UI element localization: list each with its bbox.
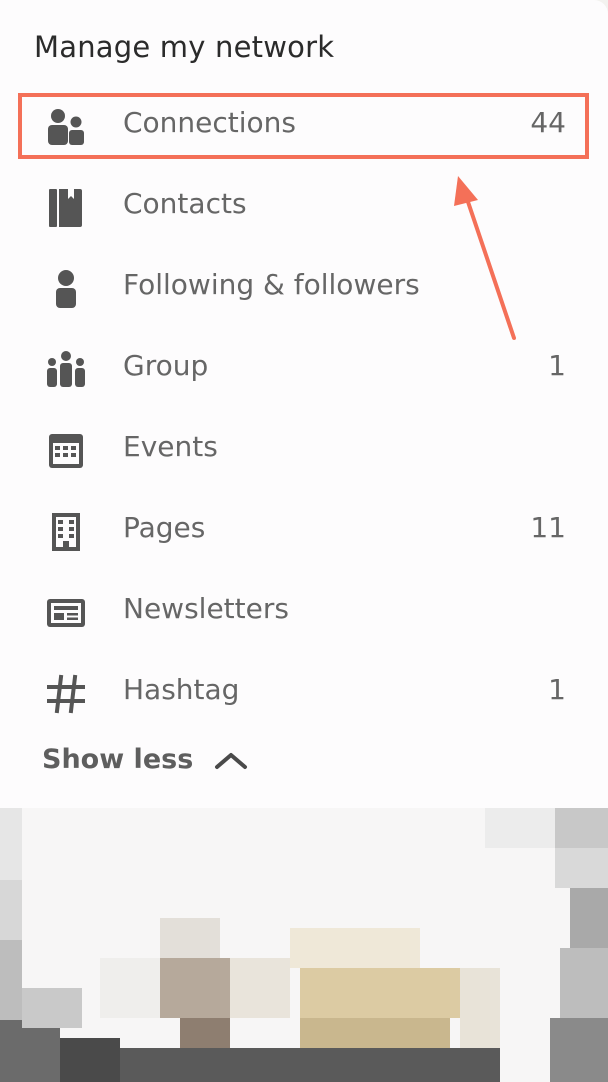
- nav-item-newsletters[interactable]: Newsletters: [0, 571, 608, 652]
- nav-item-label: Pages: [123, 511, 206, 544]
- chevron-up-icon: [213, 747, 249, 773]
- nav-item-label: Events: [123, 430, 218, 463]
- nav-item-count: 1: [548, 349, 566, 382]
- nav-item-events[interactable]: Events: [0, 409, 608, 490]
- nav-item-label: Contacts: [123, 187, 247, 220]
- manage-network-panel: Manage my network Connections 44 Contact…: [0, 0, 608, 808]
- nav-item-hashtag[interactable]: Hashtag 1: [0, 652, 608, 733]
- hashtag-icon: [44, 672, 88, 716]
- newspaper-icon: [44, 591, 88, 635]
- show-less-button[interactable]: Show less: [42, 744, 249, 775]
- calendar-icon: [44, 429, 88, 473]
- person-icon: [44, 267, 88, 311]
- nav-item-count: 11: [530, 511, 566, 544]
- nav-item-count: 1: [548, 673, 566, 706]
- nav-item-label: Newsletters: [123, 592, 289, 625]
- pixelated-background: [0, 808, 608, 1082]
- section-title: Manage my network: [34, 30, 335, 64]
- contact-book-icon: [44, 186, 88, 230]
- nav-item-label: Following & followers: [123, 268, 420, 301]
- highlight-box: [18, 93, 589, 159]
- nav-item-label: Hashtag: [123, 673, 240, 706]
- building-icon: [44, 510, 88, 554]
- show-less-label: Show less: [42, 744, 194, 775]
- group-icon: [44, 348, 88, 392]
- annotation-arrow-icon: [454, 176, 516, 340]
- nav-item-pages[interactable]: Pages 11: [0, 490, 608, 571]
- nav-item-label: Group: [123, 349, 209, 382]
